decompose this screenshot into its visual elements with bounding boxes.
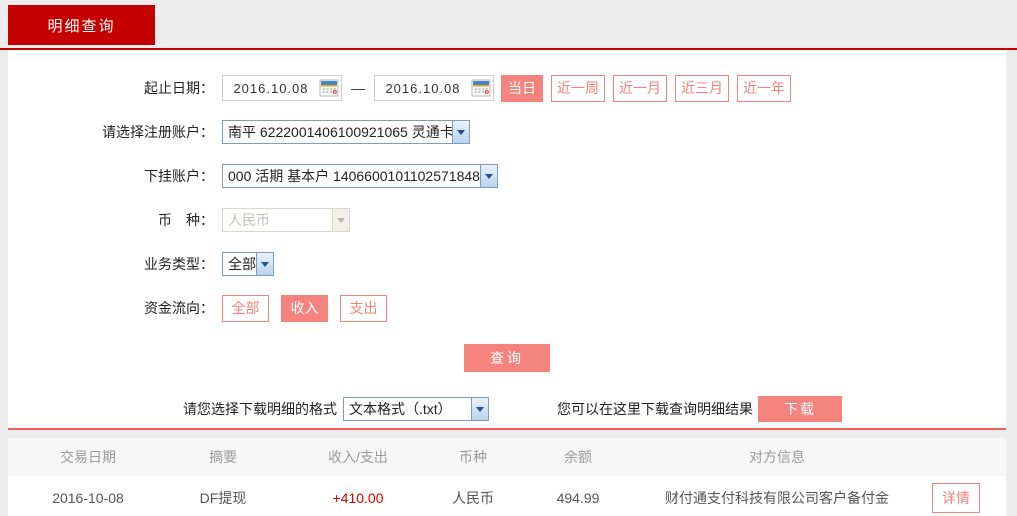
col-header-currency: 币种: [438, 447, 508, 467]
currency-value: 人民币: [223, 210, 332, 230]
fund-flow-row: 资金流向： 全部 收入 支出: [8, 286, 1006, 330]
fund-flow-income-button[interactable]: 收入: [281, 295, 328, 322]
business-type-row: 业务类型： 全部: [8, 242, 1006, 286]
download-hint-text: 您可以在这里下载查询明细结果: [557, 399, 753, 419]
query-button[interactable]: 查询: [464, 344, 550, 372]
start-date-input[interactable]: 2016.10.08: [222, 75, 342, 101]
register-account-label: 请选择注册账户：: [8, 122, 214, 142]
calendar-icon[interactable]: [319, 78, 339, 98]
end-date-value: 2016.10.08: [375, 81, 471, 96]
chevron-down-icon[interactable]: [480, 165, 497, 187]
sub-account-label: 下挂账户：: [8, 166, 214, 186]
currency-select: 人民币: [222, 208, 350, 232]
date-range-label: 起止日期：: [8, 78, 214, 98]
sub-account-value: 000 活期 基本户 1406600101102571848: [223, 166, 480, 186]
quick-range-year-button[interactable]: 近一年: [737, 75, 791, 102]
cell-currency: 人民币: [438, 488, 508, 508]
table-header-row: 交易日期 摘要 收入/支出 币种 余额 对方信息: [8, 438, 1006, 476]
query-form-panel: 起止日期： 2016.10.08 — 2016.10.08: [8, 50, 1006, 430]
quick-range-quarter-button[interactable]: 近三月: [675, 75, 729, 102]
col-header-summary: 摘要: [168, 447, 278, 467]
register-account-row: 请选择注册账户： 南平 6222001406100921065 灵通卡: [8, 110, 1006, 154]
download-format-value: 文本格式（.txt）: [344, 399, 471, 419]
business-type-label: 业务类型：: [8, 254, 214, 274]
download-row: 请您选择下载明细的格式 文本格式（.txt） 您可以在这里下载查询明细结果 下载: [183, 396, 1006, 422]
start-date-value: 2016.10.08: [223, 81, 319, 96]
fund-flow-expense-button[interactable]: 支出: [340, 295, 387, 322]
quick-range-today-button[interactable]: 当日: [501, 75, 543, 102]
col-header-counterparty: 对方信息: [648, 447, 906, 467]
date-range-row: 起止日期： 2016.10.08 — 2016.10.08: [8, 66, 1006, 110]
download-format-select[interactable]: 文本格式（.txt）: [343, 397, 489, 421]
chevron-down-icon[interactable]: [452, 121, 469, 143]
chevron-down-icon: [332, 209, 349, 231]
fund-flow-label: 资金流向：: [8, 298, 214, 318]
cell-summary: DF提现: [168, 488, 278, 508]
quick-range-month-button[interactable]: 近一月: [613, 75, 667, 102]
currency-label: 币 种：: [8, 210, 214, 230]
cell-amount: +410.00: [278, 490, 438, 506]
chevron-down-icon[interactable]: [256, 253, 273, 275]
register-account-value: 南平 6222001406100921065 灵通卡: [223, 122, 452, 142]
tab-detail-query[interactable]: 明细查询: [8, 5, 155, 45]
business-type-select[interactable]: 全部: [222, 252, 274, 276]
end-date-input[interactable]: 2016.10.08: [374, 75, 494, 101]
tab-label: 明细查询: [47, 15, 115, 36]
result-table: 交易日期 摘要 收入/支出 币种 余额 对方信息 2016-10-08 DF提现…: [8, 438, 1006, 516]
calendar-icon[interactable]: [471, 78, 491, 98]
table-row: 2016-10-08 DF提现 +410.00 人民币 494.99 财付通支付…: [8, 476, 1006, 516]
col-header-balance: 余额: [508, 447, 648, 467]
tab-bar: 明细查询: [0, 5, 1017, 50]
sub-account-row: 下挂账户： 000 活期 基本户 1406600101102571848: [8, 154, 1006, 198]
fund-flow-all-button[interactable]: 全部: [222, 295, 269, 322]
register-account-select[interactable]: 南平 6222001406100921065 灵通卡: [222, 120, 470, 144]
cell-balance: 494.99: [508, 490, 648, 506]
download-button[interactable]: 下载: [758, 396, 842, 422]
col-header-date: 交易日期: [8, 447, 168, 467]
date-range-separator: —: [351, 80, 365, 96]
quick-range-week-button[interactable]: 近一周: [551, 75, 605, 102]
cell-transaction-date: 2016-10-08: [8, 490, 168, 506]
detail-button[interactable]: 详情: [932, 483, 980, 513]
currency-row: 币 种： 人民币: [8, 198, 1006, 242]
business-type-value: 全部: [223, 254, 256, 274]
sub-account-select[interactable]: 000 活期 基本户 1406600101102571848: [222, 164, 498, 188]
col-header-amount: 收入/支出: [278, 447, 438, 467]
chevron-down-icon[interactable]: [471, 398, 488, 420]
cell-counterparty: 财付通支付科技有限公司客户备付金: [648, 488, 906, 508]
download-format-label: 请您选择下载明细的格式: [183, 399, 337, 419]
